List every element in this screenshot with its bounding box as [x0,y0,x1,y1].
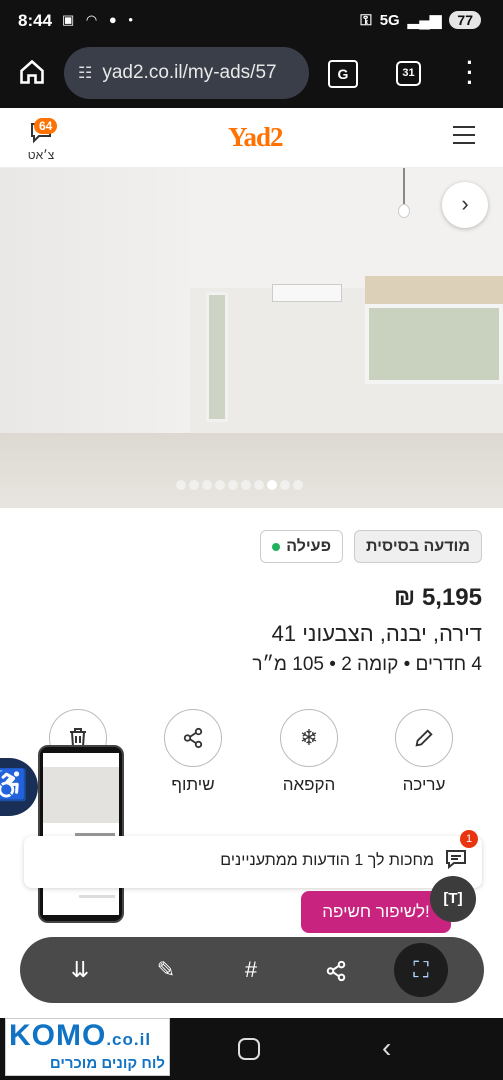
komo-tagline: לוח קונים מוכרים [49,1055,165,1072]
gallery-dot[interactable] [267,480,277,490]
listing-price: 5,195 ₪ [394,584,482,611]
window-in-photo [365,304,503,384]
url-text: yad2.co.il/my-ads/57 [102,62,277,83]
status-right: ⚿ 5G ▂▄▆ 77 [360,11,481,29]
listing-address: דירה, יבנה, הצבעוני 41 [271,621,482,646]
share-icon [164,709,222,767]
komo-tld: .co.il [106,1030,152,1049]
translate-icon[interactable]: G [328,60,358,88]
status-time: 8:44 [18,11,53,30]
chat-label: צ׳אט [27,148,55,162]
status-bar: 8:44 ▣ ◠ ● • ⚿ 5G ▂▄▆ 77 [0,0,503,44]
message-icon [444,848,468,876]
screenshot-thumbnail[interactable] [38,745,124,923]
chat-button[interactable]: 64 צ׳אט [24,118,58,166]
gallery-dot[interactable] [241,480,251,490]
screenshot-toolbar: ⇊ ✎ # ⛶ [20,937,484,1003]
scroll-capture-icon[interactable]: ⇊ [56,946,104,994]
share-button[interactable]: שיתוף [158,709,228,795]
messages-badge: 1 [460,830,478,848]
komo-brand: KOMO [9,1019,107,1052]
home-icon[interactable] [18,58,46,86]
gallery-dot[interactable] [202,480,212,490]
network-label: 5G [379,11,400,29]
listing-photo[interactable] [0,168,503,508]
share-label: שיתוף [171,775,215,794]
gallery-next-button[interactable]: › [442,182,488,228]
share-screenshot-icon[interactable] [312,946,360,994]
notification-icons: ▣ ◠ ● • [62,12,137,27]
edit-label: עריכה [402,775,446,794]
air-conditioner-in-photo [272,284,342,302]
improve-exposure-button[interactable]: לשיפור חשיפה! [301,891,451,933]
gallery-dot[interactable] [215,480,225,490]
key-icon: ⚿ [360,11,372,29]
url-bar[interactable]: ☷ yad2.co.il/my-ads/57 [64,47,309,99]
snowflake-icon: ❄ [280,709,338,767]
plan-chip[interactable]: מודעה בסיסית [354,530,482,563]
plan-chip-label: מודעה בסיסית [366,537,470,555]
nav-back-icon[interactable]: ‹ [382,1032,391,1064]
listing-specs: 4 חדרים • קומה 2 • 105 מ״ר [252,654,482,675]
crop-selection-icon[interactable]: ⛶ [394,943,448,997]
browser-menu-icon[interactable]: · · · [462,52,478,94]
nav-home-icon[interactable] [238,1038,260,1060]
gallery-dot[interactable] [189,480,199,490]
signal-icon: ▂▄▆ [407,12,442,29]
messages-notice-text: מחכות לך 1 הודעות ממתעניינים [220,852,434,869]
hashtag-icon[interactable]: # [227,946,275,994]
status-chip-label: פעילה [286,537,331,555]
draw-edit-icon[interactable]: ✎ [142,946,190,994]
site-header: 64 צ׳אט Yad2 [0,108,503,168]
status-chip[interactable]: פעילה [260,530,343,563]
gallery-dot[interactable] [228,480,238,490]
battery-indicator: 77 [449,11,481,29]
active-dot-icon [272,542,281,551]
pencil-icon [395,709,453,767]
messages-notice[interactable]: 1 מחכות לך 1 הודעות ממתעניינים [24,830,482,888]
gallery-dot[interactable] [293,480,303,490]
browser-toolbar: ☷ yad2.co.il/my-ads/57 G 31 · · · [0,44,503,108]
hamburger-menu-icon[interactable] [453,126,475,144]
gallery-dots [176,480,303,490]
site-settings-icon[interactable]: ☷ [78,63,92,83]
freeze-button[interactable]: ❄ הקפאה [274,709,344,795]
tab-switcher-button[interactable]: 31 [396,61,421,86]
edit-button[interactable]: עריכה [389,709,459,795]
listing-chips: פעילה מודעה בסיסית [260,530,482,563]
gallery-dot[interactable] [254,480,264,490]
komo-watermark: KOMO.co.il לוח קונים מוכרים [5,1018,170,1076]
accessibility-icon[interactable]: ♿ [0,758,38,816]
text-extract-icon[interactable]: [T] [430,876,476,922]
gallery-dot[interactable] [176,480,186,490]
yad2-logo[interactable]: Yad2 [228,122,284,153]
chat-badge: 64 [34,118,58,134]
gallery-dot[interactable] [280,480,290,490]
freeze-label: הקפאה [282,775,336,794]
